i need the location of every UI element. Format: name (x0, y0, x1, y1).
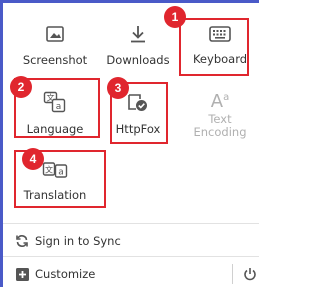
downloads-label: Downloads (106, 52, 170, 67)
footer-vertical-divider (232, 264, 233, 284)
text-encoding-label: Text Encoding (193, 112, 247, 139)
screenshot-button[interactable]: Screenshot (12, 12, 98, 78)
power-icon[interactable] (243, 267, 257, 281)
sign-in-to-sync-label: Sign in to Sync (35, 234, 121, 248)
customize-label: Customize (35, 267, 96, 281)
text-encoding-icon: Aa (210, 91, 230, 112)
sync-icon (16, 235, 28, 247)
text-encoding-button[interactable]: Aa Text Encoding (177, 80, 263, 146)
annotation-badge-2: 2 (10, 76, 32, 98)
annotation-badge-4: 4 (22, 148, 44, 170)
download-arrow-icon (131, 25, 145, 42)
annotation-badge-1: 1 (164, 6, 186, 28)
customize-button[interactable]: Customize (3, 257, 229, 291)
sign-in-to-sync-button[interactable]: Sign in to Sync (3, 224, 259, 258)
annotation-badge-3: 3 (107, 77, 129, 99)
plus-square-icon (15, 267, 29, 281)
screenshot-label: Screenshot (22, 52, 88, 67)
screenshot-icon (46, 25, 64, 42)
highlight-keyboard (179, 18, 249, 76)
